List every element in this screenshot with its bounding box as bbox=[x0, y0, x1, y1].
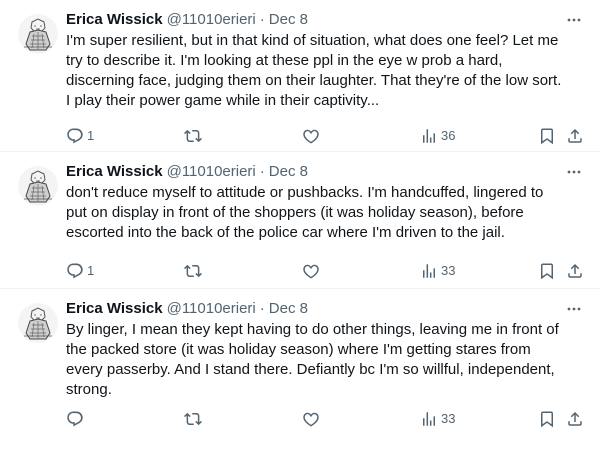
avatar[interactable] bbox=[18, 166, 58, 206]
reply-bubble-icon bbox=[66, 262, 84, 280]
reply-button[interactable]: 1 bbox=[66, 261, 94, 281]
bookmark-icon bbox=[538, 410, 556, 428]
tweet-text: I'm super resilient, but in that kind of… bbox=[66, 31, 576, 111]
action-bar: 33 bbox=[66, 409, 584, 429]
tweet-header: Erica Wissick @11010erieri · Dec 8 bbox=[66, 162, 584, 182]
header-separator: · bbox=[259, 300, 265, 317]
heart-icon bbox=[302, 410, 320, 428]
bookmark-icon bbox=[538, 127, 556, 145]
share-icon bbox=[566, 127, 584, 145]
more-dots-icon[interactable] bbox=[564, 299, 584, 319]
tweet-text-line: try to describe it. I'm looking at these… bbox=[66, 52, 503, 69]
bookmark-button[interactable] bbox=[538, 126, 556, 146]
share-button[interactable] bbox=[566, 409, 584, 429]
reply-bubble-icon bbox=[66, 127, 84, 145]
views-count: 36 bbox=[441, 128, 456, 143]
tweet-text-line: discerning face, judging them on their l… bbox=[66, 72, 562, 89]
avatar-sketch-image bbox=[18, 303, 58, 343]
tweet-text-line: escorted into the back of the police car… bbox=[66, 224, 505, 241]
like-button[interactable] bbox=[302, 409, 323, 429]
tweet-header: Erica Wissick @11010erieri · Dec 8 bbox=[66, 10, 584, 30]
author-handle[interactable]: @11010erieri bbox=[167, 10, 256, 30]
tweet-thread: Erica Wissick @11010erieri · Dec 8 I'm s… bbox=[0, 0, 600, 452]
share-icon bbox=[566, 262, 584, 280]
views-count: 33 bbox=[441, 263, 456, 278]
header-separator: · bbox=[259, 11, 265, 28]
views-chart-icon bbox=[420, 262, 438, 280]
tweet[interactable]: Erica Wissick @11010erieri · Dec 8 By li… bbox=[0, 289, 600, 452]
tweet[interactable]: Erica Wissick @11010erieri · Dec 8 I'm s… bbox=[0, 0, 600, 152]
retweet-button[interactable] bbox=[184, 261, 205, 281]
like-button[interactable] bbox=[302, 126, 323, 146]
share-button[interactable] bbox=[566, 261, 584, 281]
avatar[interactable] bbox=[18, 303, 58, 343]
avatar[interactable] bbox=[18, 14, 58, 54]
tweet-text: don't reduce myself to attitude or pushb… bbox=[66, 183, 576, 243]
tweet-text-line: put on display in front of the shoppers … bbox=[66, 204, 524, 221]
header-separator: · bbox=[259, 163, 265, 180]
reply-button[interactable]: 1 bbox=[66, 126, 94, 146]
views-button[interactable]: 36 bbox=[420, 126, 455, 146]
reply-count: 1 bbox=[87, 128, 95, 143]
tweet-text-line: strong. bbox=[66, 381, 112, 398]
reply-bubble-icon bbox=[66, 410, 84, 428]
views-button[interactable]: 33 bbox=[420, 409, 455, 429]
retweet-icon bbox=[184, 262, 202, 280]
share-button[interactable] bbox=[566, 126, 584, 146]
avatar-sketch-image bbox=[18, 14, 58, 54]
tweet-date[interactable]: Dec 8 bbox=[269, 299, 308, 319]
tweet-text-line: I play their power game while in their c… bbox=[66, 92, 380, 109]
retweet-button[interactable] bbox=[184, 409, 205, 429]
heart-icon bbox=[302, 262, 320, 280]
more-dots-icon[interactable] bbox=[564, 162, 584, 182]
tweet-text-line: By linger, I mean they kept having to do… bbox=[66, 321, 559, 338]
author-name[interactable]: Erica Wissick bbox=[66, 299, 163, 319]
tweet[interactable]: Erica Wissick @11010erieri · Dec 8 don't… bbox=[0, 152, 600, 289]
retweet-icon bbox=[184, 127, 202, 145]
reply-button[interactable] bbox=[66, 409, 87, 429]
author-handle[interactable]: @11010erieri bbox=[167, 162, 256, 182]
bookmark-button[interactable] bbox=[538, 261, 556, 281]
tweet-date[interactable]: Dec 8 bbox=[269, 162, 308, 182]
tweet-text-line: the packed store (it was holiday season)… bbox=[66, 341, 531, 358]
reply-count: 1 bbox=[87, 263, 95, 278]
tweet-text-line: every passerby. And I stand there. Defia… bbox=[66, 361, 555, 378]
bookmark-button[interactable] bbox=[538, 409, 556, 429]
tweet-text-line: don't reduce myself to attitude or pushb… bbox=[66, 184, 544, 201]
action-bar: 1 33 bbox=[66, 261, 584, 281]
views-chart-icon bbox=[420, 410, 438, 428]
action-bar: 1 36 bbox=[66, 126, 584, 146]
retweet-icon bbox=[184, 410, 202, 428]
views-button[interactable]: 33 bbox=[420, 261, 455, 281]
tweet-header: Erica Wissick @11010erieri · Dec 8 bbox=[66, 299, 584, 319]
author-name[interactable]: Erica Wissick bbox=[66, 10, 163, 30]
author-handle[interactable]: @11010erieri bbox=[167, 299, 256, 319]
tweet-text: By linger, I mean they kept having to do… bbox=[66, 320, 576, 400]
share-icon bbox=[566, 410, 584, 428]
author-name[interactable]: Erica Wissick bbox=[66, 162, 163, 182]
more-dots-icon[interactable] bbox=[564, 10, 584, 30]
tweet-text-line: I'm super resilient, but in that kind of… bbox=[66, 32, 559, 49]
bookmark-icon bbox=[538, 262, 556, 280]
avatar-sketch-image bbox=[18, 166, 58, 206]
like-button[interactable] bbox=[302, 261, 323, 281]
tweet-date[interactable]: Dec 8 bbox=[269, 10, 308, 30]
views-count: 33 bbox=[441, 411, 456, 426]
retweet-button[interactable] bbox=[184, 126, 205, 146]
heart-icon bbox=[302, 127, 320, 145]
views-chart-icon bbox=[420, 127, 438, 145]
